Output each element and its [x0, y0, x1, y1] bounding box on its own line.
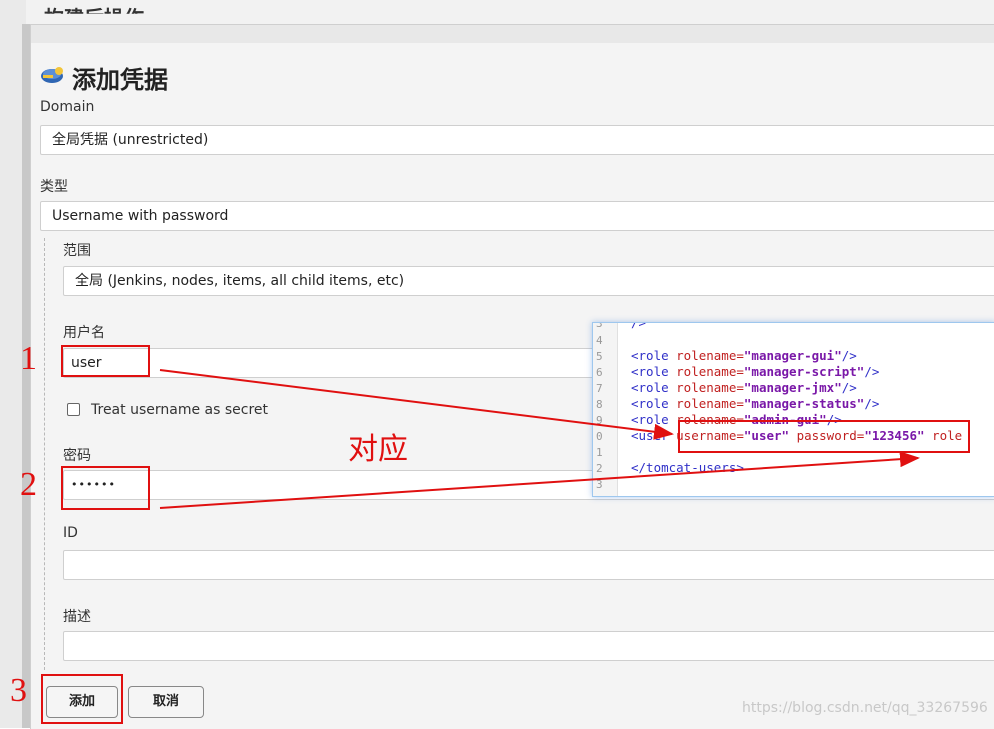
annotation-number-2: 2 — [20, 466, 37, 503]
annotation-match-label: 对应 — [348, 432, 408, 467]
watermark: https://blog.csdn.net/qq_33267596 — [742, 700, 988, 716]
arrow-username-to-code — [159, 369, 674, 440]
annotation-number-1: 1 — [20, 340, 37, 377]
annotation-number-3: 3 — [10, 672, 27, 709]
annotation-arrows — [159, 369, 920, 509]
arrow-password-to-code — [159, 451, 920, 509]
